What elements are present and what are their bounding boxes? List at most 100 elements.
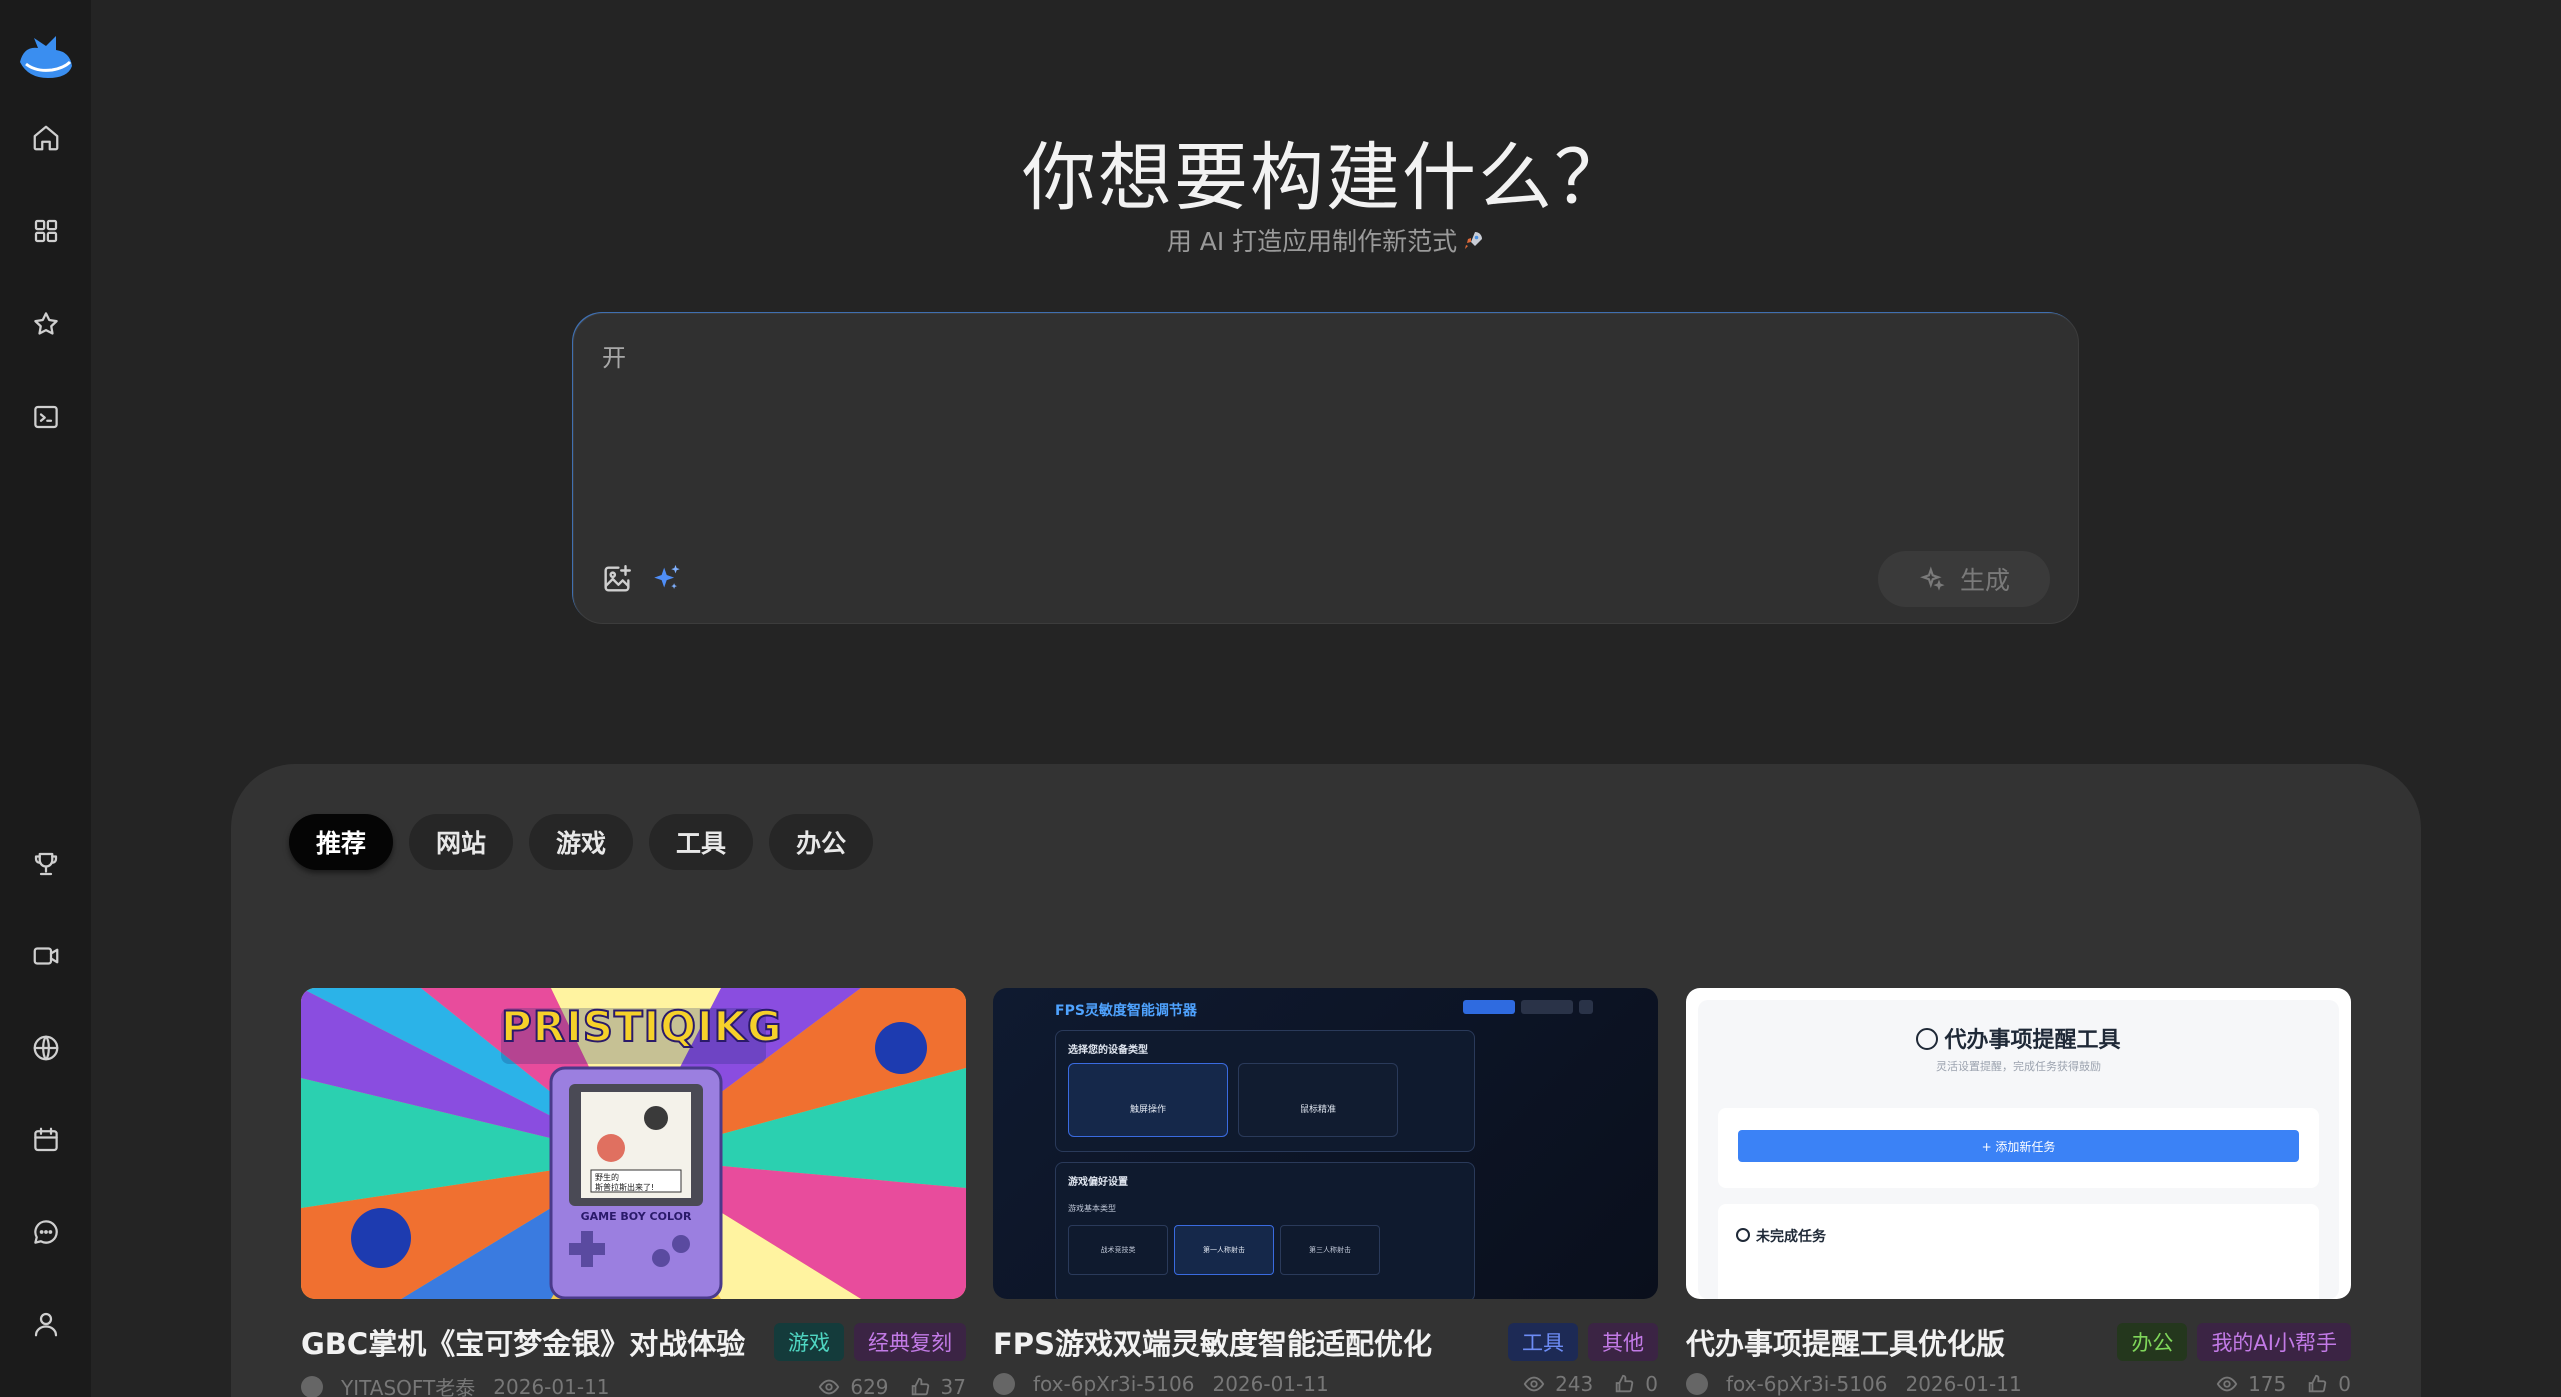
- page-title: 你想要构建什么？: [1022, 135, 1630, 221]
- card-title[interactable]: GBC掌机《宝可梦金银》对战体验: [301, 1321, 774, 1363]
- tab-tools[interactable]: 工具: [649, 814, 754, 870]
- card-title-row: 代办事项提醒工具优化版 办公 我的AI小帮手: [1686, 1322, 2351, 1362]
- thumb-section-device: 选择您的设备类型 触屏操作 鼠标精准: [1055, 1030, 1475, 1152]
- card-meta: YITASOFT老泰 2026-01-11 629 37: [301, 1372, 966, 1397]
- eye-icon: [1523, 1376, 1545, 1392]
- thumbs-up-icon[interactable]: [1613, 1373, 1635, 1395]
- thumb-add-task-button: + 添加新任务: [1738, 1130, 2299, 1162]
- thumb-mode: 第一人称射击: [1174, 1225, 1274, 1275]
- chat-icon[interactable]: [30, 1216, 62, 1248]
- thumb-screen-line-2: 斯普拉斯出来了!: [595, 1183, 655, 1192]
- view-count: 629: [850, 1374, 889, 1397]
- thumb-section-title: 选择您的设备类型: [1068, 1045, 1148, 1056]
- card-meta: fox-6pXr3i-5106 2026-01-11 175 0: [1686, 1372, 2351, 1396]
- card-title[interactable]: 代办事项提醒工具优化版: [1686, 1321, 2117, 1363]
- thumbs-up-icon[interactable]: [909, 1376, 931, 1397]
- thumb-section-title: 游戏偏好设置: [1068, 1177, 1128, 1188]
- terminal-icon[interactable]: [30, 401, 62, 433]
- page-subtitle: 用 AI 打造应用制作新范式: [91, 222, 2561, 258]
- card-tags: 工具 其他: [1508, 1323, 1658, 1361]
- sparkle-enhance-icon[interactable]: [650, 562, 684, 596]
- subtitle-text: 用 AI 打造应用制作新范式: [1166, 227, 1458, 256]
- thumb-header-text: 代办事项提醒工具: [1944, 1028, 2121, 1053]
- avatar: [993, 1373, 1015, 1395]
- view-count: 243: [1555, 1372, 1594, 1396]
- post-date: 2026-01-11: [1905, 1372, 2022, 1396]
- like-count: 0: [1645, 1372, 1658, 1396]
- video-icon[interactable]: [30, 940, 62, 972]
- thumb-subtitle: 灵活设置提醒，完成任务获得鼓励: [1936, 1060, 2101, 1073]
- tag-badge[interactable]: 其他: [1588, 1323, 1658, 1361]
- calendar-icon[interactable]: [30, 1124, 62, 1156]
- thumb-top-buttons: [1463, 1000, 1593, 1014]
- tab-websites[interactable]: 网站: [409, 814, 514, 870]
- post-date: 2026-01-11: [493, 1374, 610, 1397]
- rocket-icon: [1461, 229, 1485, 253]
- author-name[interactable]: fox-6pXr3i-5106: [1033, 1372, 1194, 1396]
- card-title[interactable]: FPS游戏双端灵敏度智能适配优化: [993, 1321, 1508, 1363]
- prompt-box: 开 生成: [573, 313, 2079, 624]
- thumb-logo: PRISTIQIKG: [500, 1001, 783, 1052]
- thumbs-up-icon[interactable]: [2306, 1373, 2328, 1395]
- avatar: [301, 1375, 323, 1397]
- author-name[interactable]: YITASOFT老泰: [341, 1372, 475, 1397]
- like-count: 0: [2338, 1372, 2351, 1396]
- author-name[interactable]: fox-6pXr3i-5106: [1726, 1372, 1887, 1396]
- tag-badge[interactable]: 工具: [1508, 1323, 1578, 1361]
- sparkle-icon: [1920, 566, 1945, 591]
- clock-icon: [1916, 1028, 1939, 1050]
- thumb-mode: 战术竞技类: [1068, 1225, 1168, 1275]
- project-card[interactable]: 代办事项提醒工具 灵活设置提醒，完成任务获得鼓励 + 添加新任务 未完成任务 代…: [1686, 988, 2351, 1396]
- gear-icon: [1736, 1228, 1750, 1242]
- gallery-panel: 推荐 网站 游戏 工具 办公 PRISTIQIKG GAME BOY COLOR…: [231, 764, 2421, 1397]
- tab-recommended[interactable]: 推荐: [289, 814, 394, 870]
- card-title-row: GBC掌机《宝可梦金银》对战体验 游戏 经典复刻: [301, 1322, 966, 1362]
- project-card[interactable]: FPS灵敏度智能调节器 选择您的设备类型 触屏操作 鼠标精准 游戏偏好设置 游戏…: [993, 988, 1658, 1396]
- card-thumbnail[interactable]: PRISTIQIKG GAME BOY COLOR 野生的 斯普拉斯出来了!: [301, 988, 966, 1299]
- thumb-option-mouse: 鼠标精准: [1299, 1105, 1336, 1115]
- thumb-header: 代办事项提醒工具: [1698, 1022, 2339, 1054]
- card-tags: 办公 我的AI小帮手: [2117, 1323, 2351, 1361]
- prompt-input[interactable]: 开: [602, 338, 626, 373]
- card-tags: 游戏 经典复刻: [774, 1323, 966, 1361]
- app-logo[interactable]: [16, 32, 76, 84]
- tag-badge[interactable]: 游戏: [774, 1323, 844, 1361]
- globe-icon[interactable]: [30, 1032, 62, 1064]
- like-count: 37: [940, 1374, 966, 1397]
- category-tabs: 推荐 网站 游戏 工具 办公: [289, 814, 874, 870]
- card-thumbnail[interactable]: FPS灵敏度智能调节器 选择您的设备类型 触屏操作 鼠标精准 游戏偏好设置 游戏…: [993, 988, 1658, 1299]
- project-card[interactable]: PRISTIQIKG GAME BOY COLOR 野生的 斯普拉斯出来了! G…: [301, 988, 966, 1397]
- thumb-section-title: 未完成任务: [1756, 1229, 1826, 1245]
- post-date: 2026-01-11: [1212, 1372, 1329, 1396]
- tag-badge[interactable]: 经典复刻: [854, 1323, 966, 1361]
- star-icon[interactable]: [30, 308, 62, 340]
- card-thumbnail[interactable]: 代办事项提醒工具 灵活设置提醒，完成任务获得鼓励 + 添加新任务 未完成任务: [1686, 988, 2351, 1299]
- eye-icon: [819, 1379, 840, 1394]
- card-stats: 243 0: [1523, 1372, 1658, 1396]
- home-icon[interactable]: [30, 122, 62, 154]
- eye-icon: [2216, 1376, 2238, 1392]
- thumb-device-label: GAME BOY COLOR: [580, 1210, 692, 1223]
- grid-icon[interactable]: [30, 215, 62, 247]
- view-count: 175: [2248, 1372, 2287, 1396]
- generate-label: 生成: [1959, 566, 2010, 595]
- image-upload-icon[interactable]: [600, 562, 634, 596]
- card-title-row: FPS游戏双端灵敏度智能适配优化 工具 其他: [993, 1322, 1658, 1362]
- tab-office[interactable]: 办公: [769, 814, 874, 870]
- thumb-subsection: 游戏基本类型: [1068, 1204, 1116, 1213]
- tab-games[interactable]: 游戏: [529, 814, 634, 870]
- avatar: [1686, 1373, 1708, 1395]
- thumb-header: FPS灵敏度智能调节器: [1055, 1003, 1197, 1019]
- sidebar: [0, 0, 91, 1397]
- card-stats: 629 37: [818, 1375, 966, 1397]
- card-meta: fox-6pXr3i-5106 2026-01-11 243 0: [993, 1372, 1658, 1396]
- tag-badge[interactable]: 办公: [2117, 1323, 2188, 1361]
- tag-badge[interactable]: 我的AI小帮手: [2197, 1323, 2351, 1361]
- thumb-mode: 第三人称射击: [1280, 1225, 1380, 1275]
- thumb-option-touch: 触屏操作: [1129, 1105, 1166, 1115]
- card-stats: 175 0: [2216, 1372, 2351, 1396]
- thumb-section-prefs: 游戏偏好设置 游戏基本类型 战术竞技类 第一人称射击 第三人称射击: [1055, 1162, 1475, 1299]
- user-icon[interactable]: [30, 1308, 62, 1340]
- trophy-icon[interactable]: [30, 848, 62, 880]
- generate-button[interactable]: 生成: [1878, 551, 2050, 607]
